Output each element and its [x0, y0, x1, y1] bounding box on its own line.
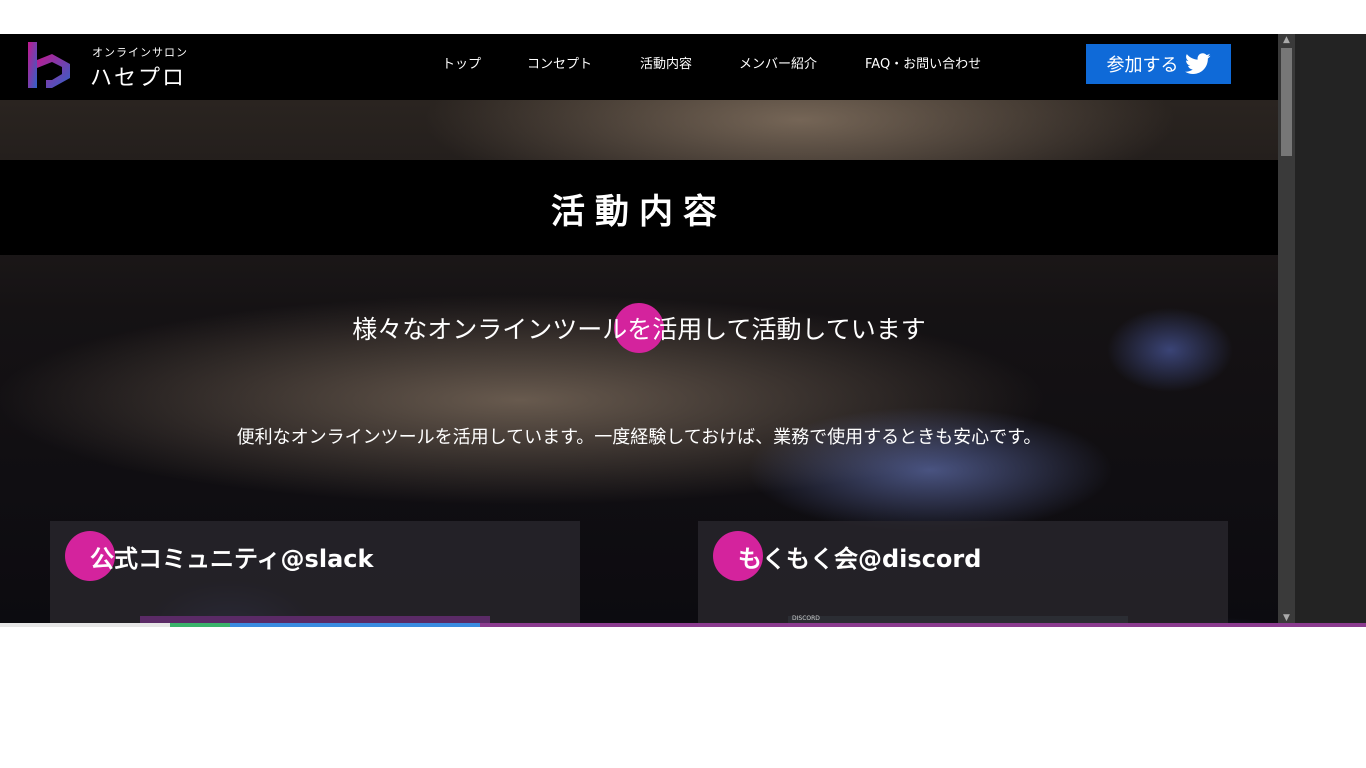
card-thumbnail-label: DISCORD	[792, 615, 820, 622]
hasepro-logo-icon[interactable]	[26, 40, 74, 92]
vertical-scrollbar[interactable]: ▲ ▼	[1278, 34, 1295, 624]
nav-item-top[interactable]: トップ	[442, 53, 481, 72]
nav-item-members[interactable]: メンバー紹介	[739, 53, 817, 72]
join-button-label: 参加する	[1106, 55, 1179, 76]
page-title-band: 活動内容	[0, 160, 1278, 255]
section-body-text: 便利なオンラインツールを活用しています。一度経験しておけば、業務で使用するときも…	[236, 427, 1042, 448]
nav-item-activities[interactable]: 活動内容	[640, 53, 692, 72]
page-title: 活動内容	[551, 192, 727, 232]
card-title: もくもく会@discord	[738, 545, 982, 573]
card-slack[interactable]: 公式コミュニティ@slack	[50, 521, 580, 624]
brand-name[interactable]: ハセプロ	[90, 60, 186, 92]
side-panel-strip	[1295, 34, 1366, 624]
browser-viewport: オンラインサロン ハセプロ トップ コンセプト 活動内容 メンバー紹介 FAQ・…	[0, 34, 1295, 624]
taskbar-edge-line	[0, 623, 1366, 627]
brand-subtitle: オンラインサロン	[92, 46, 188, 59]
nav-item-faq-contact[interactable]: FAQ・お問い合わせ	[865, 53, 981, 72]
card-title: 公式コミュニティ@slack	[90, 545, 374, 573]
twitter-icon	[1184, 53, 1211, 74]
card-discord[interactable]: もくもく会@discord DISCORD	[698, 521, 1228, 624]
scrollbar-thumb[interactable]	[1281, 48, 1292, 156]
nav-item-concept[interactable]: コンセプト	[527, 53, 592, 72]
join-button[interactable]: 参加する	[1086, 44, 1231, 84]
section-heading: 様々なオンラインツールを活用して活動しています	[352, 315, 926, 344]
site-header: オンラインサロン ハセプロ トップ コンセプト 活動内容 メンバー紹介 FAQ・…	[0, 34, 1278, 100]
scroll-up-arrow-icon[interactable]: ▲	[1278, 34, 1295, 46]
